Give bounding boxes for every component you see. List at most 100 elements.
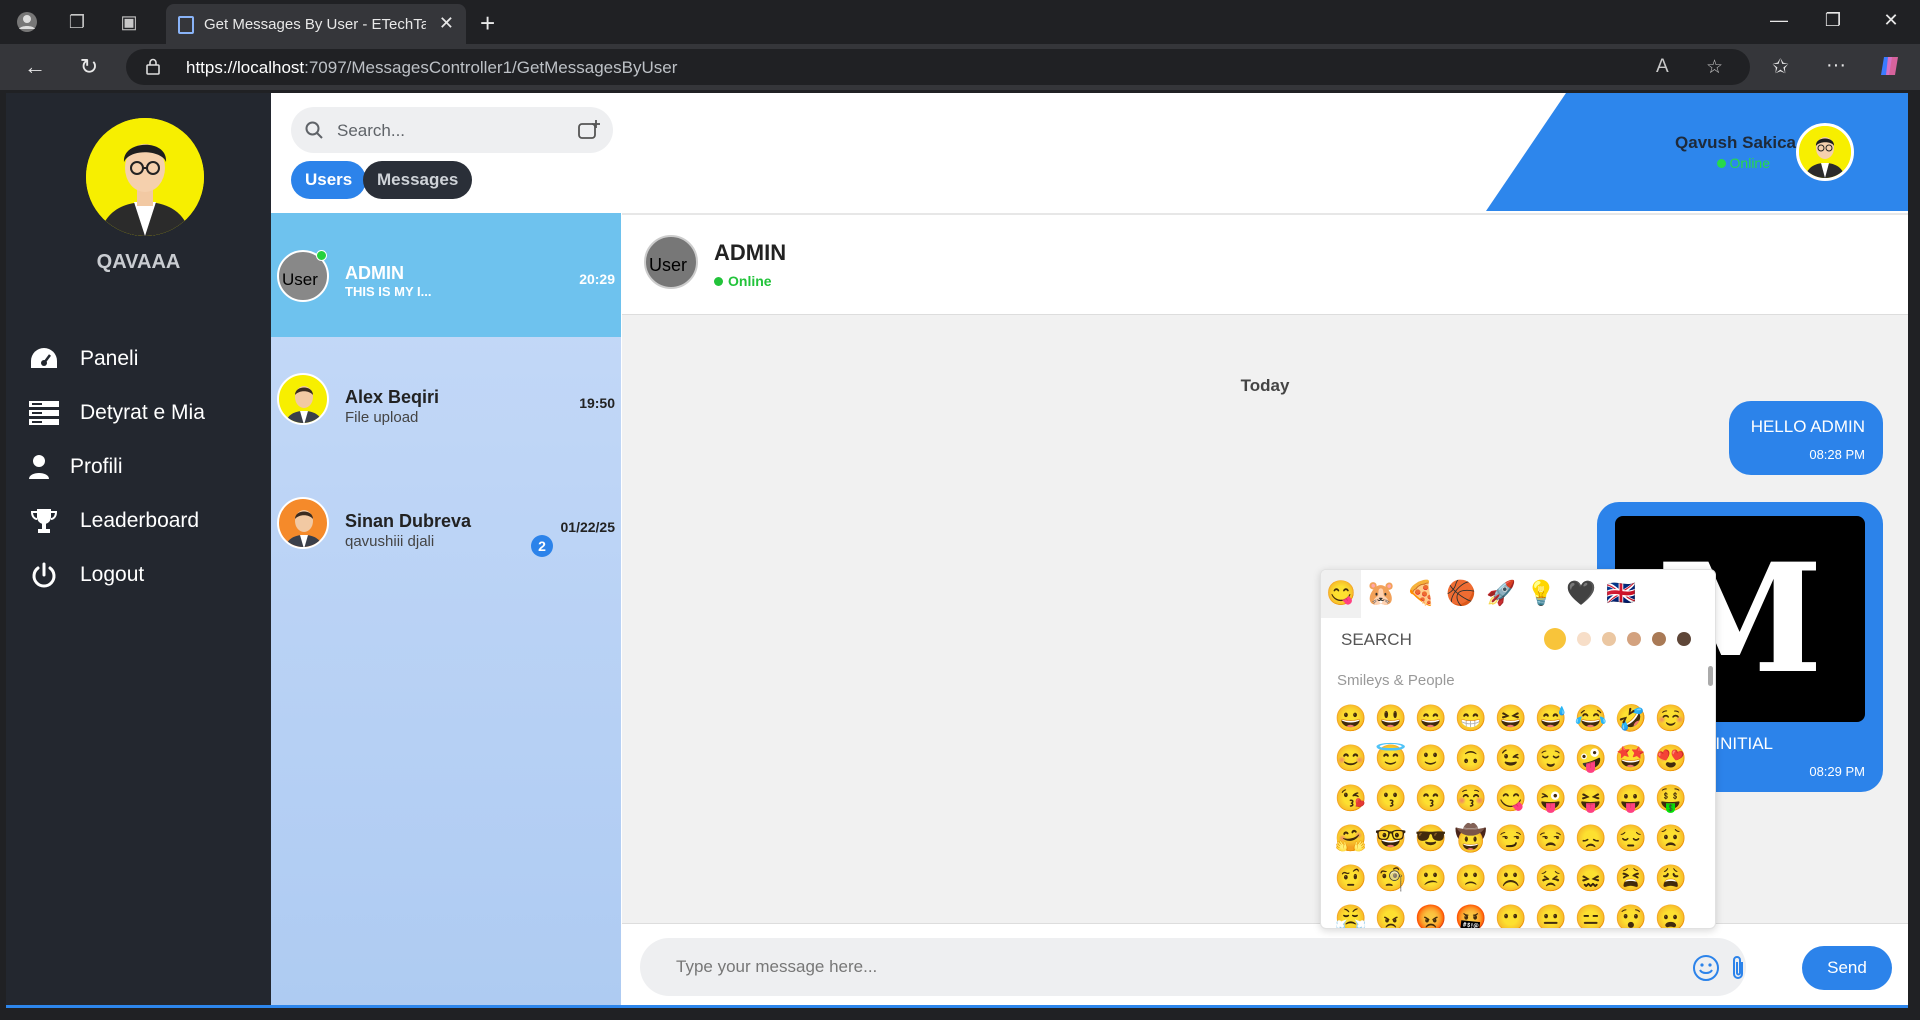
skin-tone-option[interactable] xyxy=(1627,632,1641,646)
emoji-category-activity[interactable]: 🏀 xyxy=(1441,570,1481,618)
close-window-icon[interactable]: ✕ xyxy=(1876,10,1906,31)
tab-actions-icon[interactable]: ▣ xyxy=(118,11,140,33)
emoji-item[interactable]: 😐 xyxy=(1531,898,1571,928)
emoji-item[interactable]: 😣 xyxy=(1531,858,1571,898)
emoji-item[interactable]: 🤗 xyxy=(1331,818,1371,858)
search-input[interactable]: Search... xyxy=(291,107,613,153)
emoji-search[interactable]: SEARCH xyxy=(1341,630,1412,650)
url-field[interactable]: https://localhost:7097/MessagesControlle… xyxy=(126,49,1750,85)
user-list-item-alex[interactable]: Alex Beqiri File upload 19:50 xyxy=(271,337,621,461)
emoji-item[interactable]: 😝 xyxy=(1571,778,1611,818)
emoji-item[interactable]: 🤬 xyxy=(1451,898,1491,928)
reload-icon[interactable]: ↻ xyxy=(74,54,104,80)
new-chat-icon[interactable] xyxy=(577,119,601,141)
emoji-item[interactable]: 😘 xyxy=(1331,778,1371,818)
message-input[interactable]: Type your message here... xyxy=(640,938,1746,996)
emoji-item[interactable]: 🤑 xyxy=(1651,778,1691,818)
skin-tone-option[interactable] xyxy=(1602,632,1616,646)
emoji-item[interactable]: 🤨 xyxy=(1331,858,1371,898)
sidebar-item-detyrat[interactable]: Detyrat e Mia xyxy=(28,395,205,431)
send-button[interactable]: Send xyxy=(1802,946,1892,990)
emoji-category-travel[interactable]: 🚀 xyxy=(1481,570,1521,618)
emoji-item[interactable]: 😛 xyxy=(1611,778,1651,818)
favorite-star-icon[interactable]: ☆ xyxy=(1706,56,1723,79)
emoji-item[interactable]: 😔 xyxy=(1611,818,1651,858)
new-tab-icon[interactable]: + xyxy=(480,8,495,39)
emoji-item[interactable]: 😊 xyxy=(1331,738,1371,778)
emoji-item[interactable]: 😜 xyxy=(1531,778,1571,818)
tab-messages[interactable]: Messages xyxy=(363,161,473,199)
emoji-item[interactable]: 😉 xyxy=(1491,738,1531,778)
emoji-category-flags[interactable]: 🇬🇧 xyxy=(1601,570,1641,618)
emoji-item[interactable]: 😎 xyxy=(1411,818,1451,858)
emoji-item[interactable]: 😑 xyxy=(1571,898,1611,928)
emoji-item[interactable]: 😯 xyxy=(1611,898,1651,928)
emoji-item[interactable]: 🤣 xyxy=(1611,698,1651,738)
minimize-icon[interactable]: — xyxy=(1764,10,1794,31)
emoji-category-animals[interactable]: 🐹 xyxy=(1361,570,1401,618)
favorites-icon[interactable]: ✩ xyxy=(1772,54,1789,79)
emoji-item[interactable]: 🤩 xyxy=(1611,738,1651,778)
copilot-icon[interactable] xyxy=(1878,54,1902,84)
emoji-item[interactable]: 🤓 xyxy=(1371,818,1411,858)
sidebar-item-logout[interactable]: Logout xyxy=(28,557,144,593)
emoji-item[interactable]: 😇 xyxy=(1371,738,1411,778)
emoji-item[interactable]: 😦 xyxy=(1651,898,1691,928)
skin-tone-option[interactable] xyxy=(1577,632,1591,646)
emoji-item[interactable]: 😋 xyxy=(1491,778,1531,818)
emoji-icon[interactable] xyxy=(1692,954,1720,982)
emoji-item[interactable]: 😆 xyxy=(1491,698,1531,738)
emoji-item[interactable]: 😃 xyxy=(1371,698,1411,738)
workspaces-icon[interactable]: ❐ xyxy=(66,11,88,33)
emoji-item[interactable]: 😏 xyxy=(1491,818,1531,858)
skin-tone-option[interactable] xyxy=(1544,628,1566,650)
skin-tone-option[interactable] xyxy=(1677,632,1691,646)
user-list-item-sinan[interactable]: Sinan Dubreva qavushiii djali 01/22/25 2 xyxy=(271,461,621,585)
tab-users[interactable]: Users xyxy=(291,161,367,199)
emoji-item[interactable]: ☹️ xyxy=(1491,858,1531,898)
emoji-category-objects[interactable]: 💡 xyxy=(1521,570,1561,618)
emoji-item[interactable]: 😤 xyxy=(1331,898,1371,928)
emoji-item[interactable]: 🤪 xyxy=(1571,738,1611,778)
maximize-icon[interactable]: ❐ xyxy=(1818,10,1848,31)
emoji-item[interactable]: 😁 xyxy=(1451,698,1491,738)
sidebar-item-profili[interactable]: Profili xyxy=(28,449,123,485)
emoji-item[interactable]: 😟 xyxy=(1651,818,1691,858)
read-aloud-icon[interactable]: A xyxy=(1656,56,1669,78)
emoji-item[interactable]: 😚 xyxy=(1451,778,1491,818)
emoji-item[interactable]: 🙂 xyxy=(1411,738,1451,778)
emoji-item[interactable]: 🧐 xyxy=(1371,858,1411,898)
emoji-item[interactable]: 😙 xyxy=(1411,778,1451,818)
emoji-item[interactable]: 😅 xyxy=(1531,698,1571,738)
emoji-item[interactable]: 😀 xyxy=(1331,698,1371,738)
emoji-item[interactable]: 😌 xyxy=(1531,738,1571,778)
more-menu-icon[interactable]: ··· xyxy=(1826,54,1846,77)
current-user-avatar[interactable] xyxy=(1796,123,1854,181)
emoji-item[interactable]: 😂 xyxy=(1571,698,1611,738)
emoji-category-food[interactable]: 🍕 xyxy=(1401,570,1441,618)
emoji-item[interactable]: 🙃 xyxy=(1451,738,1491,778)
emoji-scrollbar[interactable] xyxy=(1708,666,1713,686)
back-icon[interactable]: ← xyxy=(20,54,50,80)
user-list-item-admin[interactable]: User ADMIN THIS IS MY I... 20:29 xyxy=(271,213,621,337)
sidebar-item-paneli[interactable]: Paneli xyxy=(28,341,138,377)
emoji-category-symbols[interactable]: 🖤 xyxy=(1561,570,1601,618)
skin-tone-option[interactable] xyxy=(1652,632,1666,646)
emoji-item[interactable]: 😍 xyxy=(1651,738,1691,778)
browser-tab[interactable]: Get Messages By User - ETechTask ✕ xyxy=(166,4,466,44)
sidebar-item-leaderboard[interactable]: Leaderboard xyxy=(28,503,199,539)
close-tab-icon[interactable]: ✕ xyxy=(439,13,454,34)
attach-icon[interactable] xyxy=(1728,954,1748,982)
profile-icon[interactable] xyxy=(16,11,38,33)
emoji-item[interactable]: 😖 xyxy=(1571,858,1611,898)
emoji-item[interactable]: 😩 xyxy=(1651,858,1691,898)
emoji-item[interactable]: 🙁 xyxy=(1451,858,1491,898)
emoji-item[interactable]: 🤠 xyxy=(1451,818,1491,858)
emoji-item[interactable]: 😫 xyxy=(1611,858,1651,898)
emoji-item[interactable]: ☺️ xyxy=(1651,698,1691,738)
emoji-item[interactable]: 😶 xyxy=(1491,898,1531,928)
emoji-item[interactable]: 😗 xyxy=(1371,778,1411,818)
emoji-item[interactable]: 😕 xyxy=(1411,858,1451,898)
emoji-item[interactable]: 😠 xyxy=(1371,898,1411,928)
emoji-item[interactable]: 😄 xyxy=(1411,698,1451,738)
